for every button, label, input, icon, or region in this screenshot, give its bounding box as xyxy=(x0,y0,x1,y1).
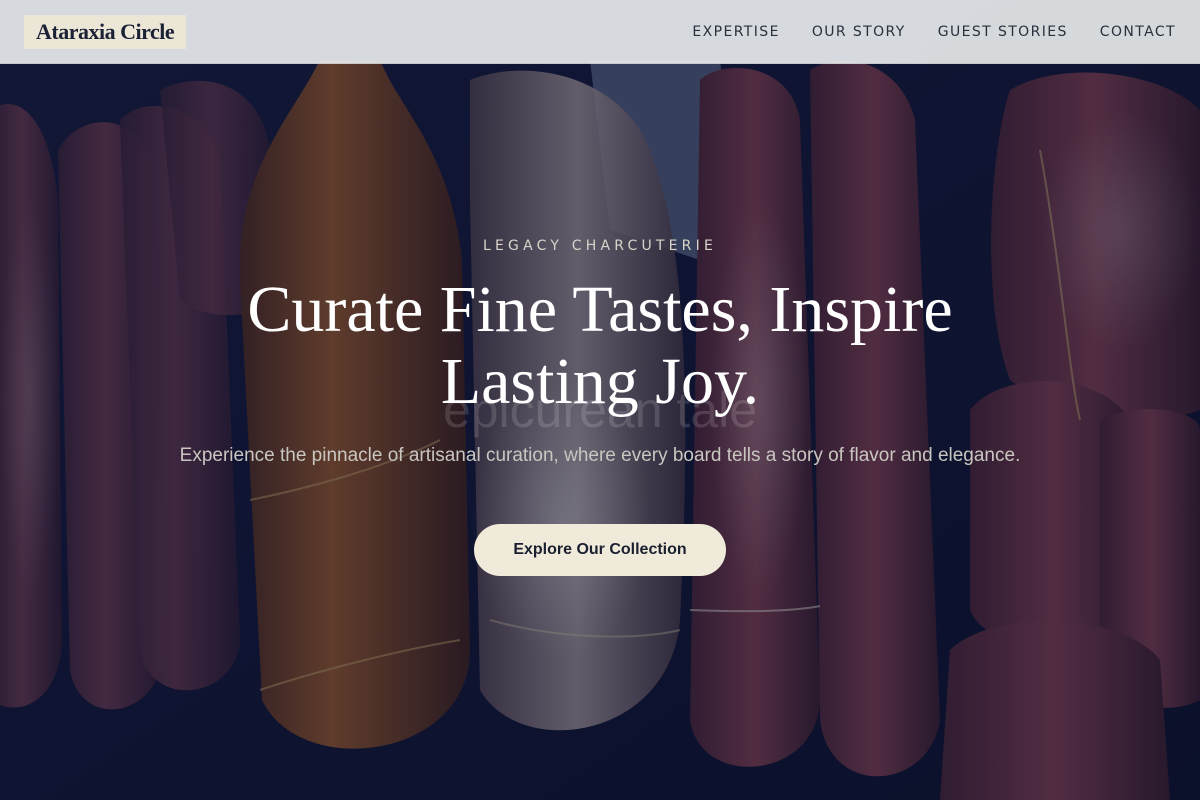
hero-subtitle: Experience the pinnacle of artisanal cur… xyxy=(179,445,1021,466)
landing-page: Ataraxia Circle EXPERTISE OUR STORY GUES… xyxy=(0,0,1200,800)
hero-title: Curate Fine Tastes, Inspire Lasting Joy. xyxy=(247,273,953,418)
explore-collection-button[interactable]: Explore Our Collection xyxy=(474,524,726,576)
hero-section: LEGACY CHARCUTERIE epicurean tale Curate… xyxy=(0,0,1200,800)
hero-eyebrow: LEGACY CHARCUTERIE xyxy=(483,238,717,254)
